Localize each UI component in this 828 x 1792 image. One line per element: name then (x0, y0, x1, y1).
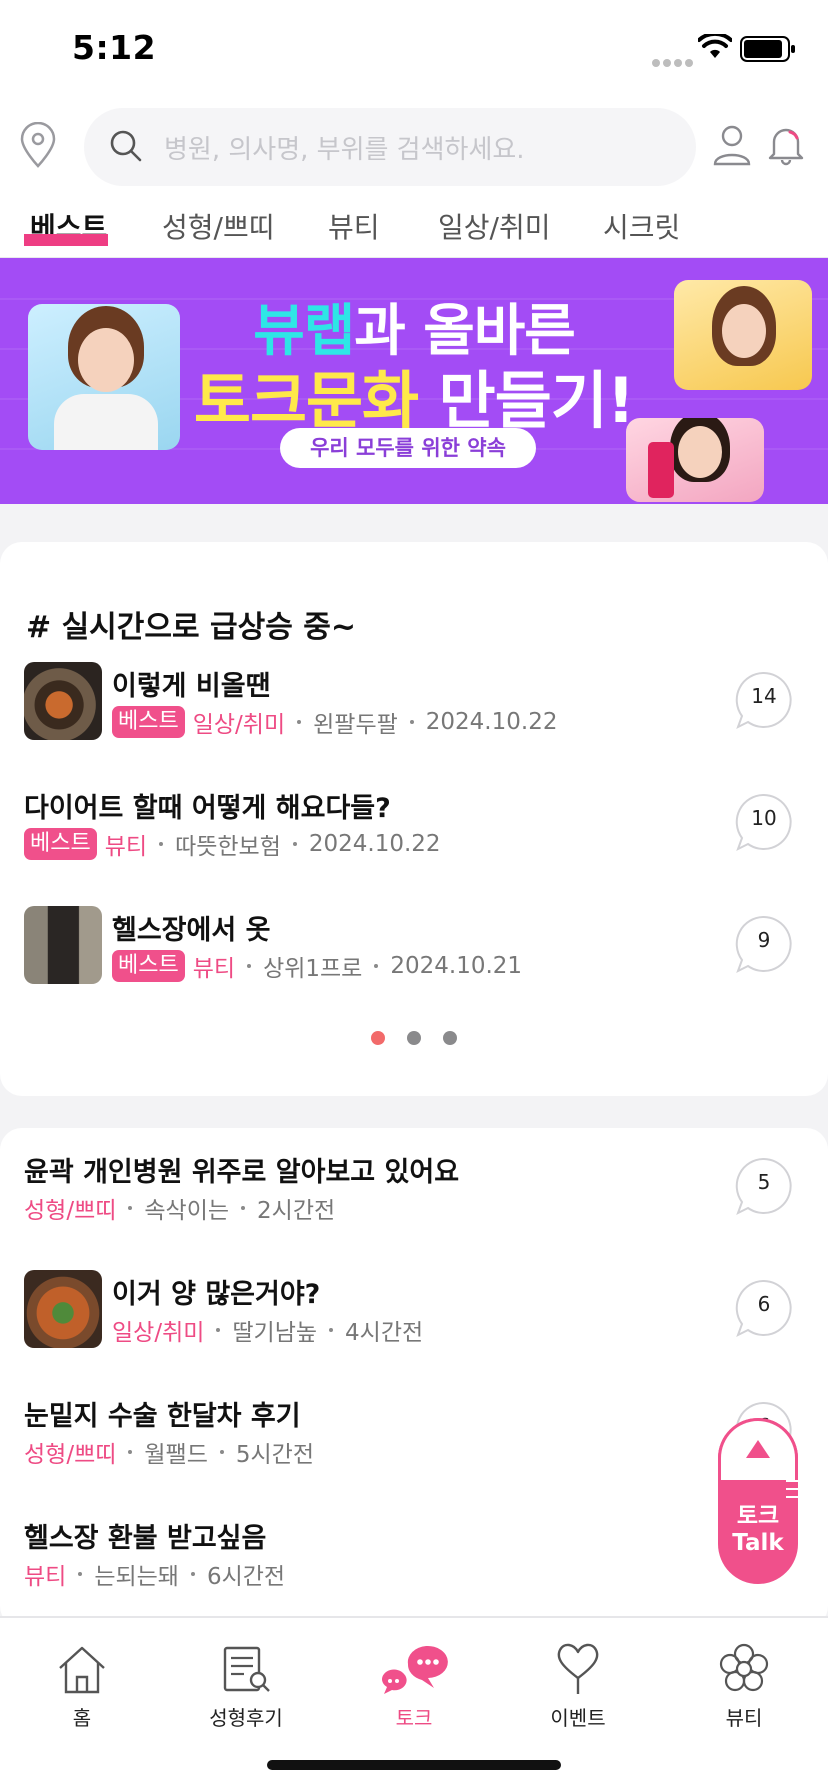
feed-post[interactable]: 윤곽 개인병원 위주로 알아보고 있어요 성형/쁘띠 속삭이는 2시간전 5 (0, 1148, 828, 1248)
best-badge: 베스트 (112, 950, 185, 982)
post-meta: 일상/취미 딸기남높 4시간전 (112, 1312, 423, 1348)
post-category: 성형/쁘띠 (24, 1198, 117, 1224)
comment-count-bubble: 6 (734, 1278, 794, 1338)
search-placeholder: 병원, 의사명, 부위를 검색하세요. (164, 135, 525, 165)
home-indicator (267, 1760, 561, 1770)
post-meta: 성형/쁘띠 월팰드 5시간전 (24, 1434, 314, 1470)
feed-post[interactable]: 헬스장 환불 받고싶음 뷰티 는되는돼 6시간전 (0, 1514, 828, 1614)
pager-dot (407, 1031, 421, 1045)
trending-post[interactable]: 헬스장에서 옷 베스트 뷰티 상위1프로 2024.10.21 9 (0, 906, 828, 1006)
post-author: 속삭이는 (144, 1198, 230, 1224)
post-date: 2024.10.22 (425, 709, 558, 735)
post-date: 2024.10.22 (308, 831, 441, 857)
post-date: 2024.10.21 (390, 953, 523, 979)
post-time: 5시간전 (235, 1442, 314, 1468)
trending-card: # 실시간으로 급상승 중~ 이렇게 비올땐 베스트 일상/취미 왼팔두팔 20… (0, 542, 828, 1096)
post-category: 성형/쁘띠 (24, 1442, 117, 1468)
post-meta: 성형/쁘띠 속삭이는 2시간전 (24, 1190, 335, 1226)
post-author: 상위1프로 (263, 956, 363, 982)
post-author: 는되는돼 (94, 1564, 179, 1590)
comment-count-bubble: 5 (734, 1156, 794, 1216)
post-meta: 뷰티 는되는돼 6시간전 (24, 1556, 285, 1592)
battery-icon (740, 36, 795, 62)
comment-count-bubble: 9 (734, 914, 794, 974)
comment-count-bubble: 10 (734, 792, 794, 852)
category-tabs: 베스트 성형/쁘띠 뷰티 일상/취미 시크릿 (0, 200, 828, 258)
post-title: 헬스장에서 옷 (112, 915, 271, 946)
nav-talk[interactable]: 토크 (354, 1628, 474, 1731)
carousel-pager[interactable] (0, 1030, 828, 1049)
tab-surgery-petit[interactable]: 성형/쁘띠 (162, 206, 274, 246)
post-title: 다이어트 할때 어떻게 해요다들? (24, 793, 391, 824)
post-time: 2시간전 (257, 1198, 336, 1224)
status-bar: 5:12 (0, 0, 828, 100)
search-icon (110, 130, 142, 162)
post-category: 뷰티 (192, 956, 236, 982)
banner-headline-2: 토크문화 만들기! (193, 364, 635, 437)
search-bar[interactable]: 병원, 의사명, 부위를 검색하세요. (84, 108, 696, 186)
review-icon (223, 1646, 270, 1692)
profile-icon[interactable] (712, 124, 752, 166)
post-category: 뷰티 (104, 834, 148, 860)
post-thumbnail (24, 662, 102, 740)
post-meta: 베스트 뷰티 상위1프로 2024.10.21 (112, 948, 522, 984)
trending-title: # 실시간으로 급상승 중~ (26, 610, 357, 645)
status-time: 5:12 (72, 28, 157, 67)
post-meta: 베스트 일상/취미 왼팔두팔 2024.10.22 (112, 704, 557, 740)
active-tab-indicator (24, 234, 108, 246)
nav-beauty[interactable]: 뷰티 (684, 1628, 804, 1731)
post-category: 일상/취미 (112, 1320, 205, 1346)
feed-post[interactable]: 눈밑지 수술 한달차 후기 성형/쁘띠 월팰드 5시간전 6 (0, 1392, 828, 1492)
banner-pill: 우리 모두를 위한 약속 (280, 428, 536, 468)
feed-post[interactable]: 이거 양 많은거야? 일상/취미 딸기남높 4시간전 6 (0, 1270, 828, 1370)
post-author: 딸기남높 (232, 1320, 318, 1346)
nav-home[interactable]: 홈 (22, 1628, 142, 1731)
pager-dot-active (371, 1031, 385, 1045)
nav-event[interactable]: 이벤트 (518, 1628, 638, 1731)
best-badge: 베스트 (24, 828, 97, 860)
talk-floating-button[interactable]: 토크 Talk (718, 1418, 798, 1584)
talk-button-label-en: Talk (732, 1530, 784, 1556)
comment-count-bubble: 14 (734, 670, 794, 730)
post-thumbnail (24, 1270, 102, 1348)
signal-icon (652, 52, 696, 71)
feed-card: 윤곽 개인병원 위주로 알아보고 있어요 성형/쁘띠 속삭이는 2시간전 5 이… (0, 1128, 828, 1628)
post-title: 이거 양 많은거야? (112, 1279, 321, 1310)
talk-button-label-ko: 토크 (736, 1503, 780, 1529)
post-meta: 베스트 뷰티 따뜻한보험 2024.10.22 (24, 826, 441, 862)
post-time: 6시간전 (206, 1564, 286, 1590)
post-title: 윤곽 개인병원 위주로 알아보고 있어요 (24, 1157, 460, 1188)
trending-post[interactable]: 다이어트 할때 어떻게 해요다들? 베스트 뷰티 따뜻한보험 2024.10.2… (0, 784, 828, 884)
post-time: 4시간전 (345, 1320, 424, 1346)
tab-beauty[interactable]: 뷰티 (328, 206, 380, 246)
post-thumbnail (24, 906, 102, 984)
event-icon (557, 1643, 599, 1694)
post-author: 왼팔두팔 (313, 712, 398, 738)
scroll-up-icon (746, 1440, 770, 1458)
post-author: 월팰드 (144, 1442, 208, 1468)
notification-bell-icon[interactable] (766, 122, 806, 166)
promo-banner[interactable]: 뷰랩과 올바른 토크문화 만들기! 우리 모두를 위한 약속 (0, 258, 828, 504)
home-icon (59, 1646, 105, 1694)
post-author: 따뜻한보험 (175, 834, 281, 860)
post-title: 눈밑지 수술 한달차 후기 (24, 1401, 301, 1432)
trending-post[interactable]: 이렇게 비올땐 베스트 일상/취미 왼팔두팔 2024.10.22 14 (0, 662, 828, 762)
pager-dot (443, 1031, 457, 1045)
top-header: 병원, 의사명, 부위를 검색하세요. 베스트 성형/쁘띠 뷰티 일상/취미 시… (0, 100, 828, 260)
post-title: 헬스장 환불 받고싶음 (24, 1523, 267, 1554)
post-category: 일상/취미 (192, 712, 286, 738)
talk-icon (381, 1646, 448, 1694)
wifi-icon (698, 34, 732, 58)
location-pin-icon[interactable] (18, 122, 58, 170)
tab-daily-hobby[interactable]: 일상/취미 (438, 206, 550, 246)
nav-review[interactable]: 성형후기 (186, 1628, 306, 1731)
tab-secret[interactable]: 시크릿 (603, 206, 680, 246)
best-badge: 베스트 (112, 706, 185, 738)
post-category: 뷰티 (24, 1564, 67, 1590)
flower-icon (719, 1643, 769, 1692)
post-title: 이렇게 비올땐 (112, 671, 271, 702)
